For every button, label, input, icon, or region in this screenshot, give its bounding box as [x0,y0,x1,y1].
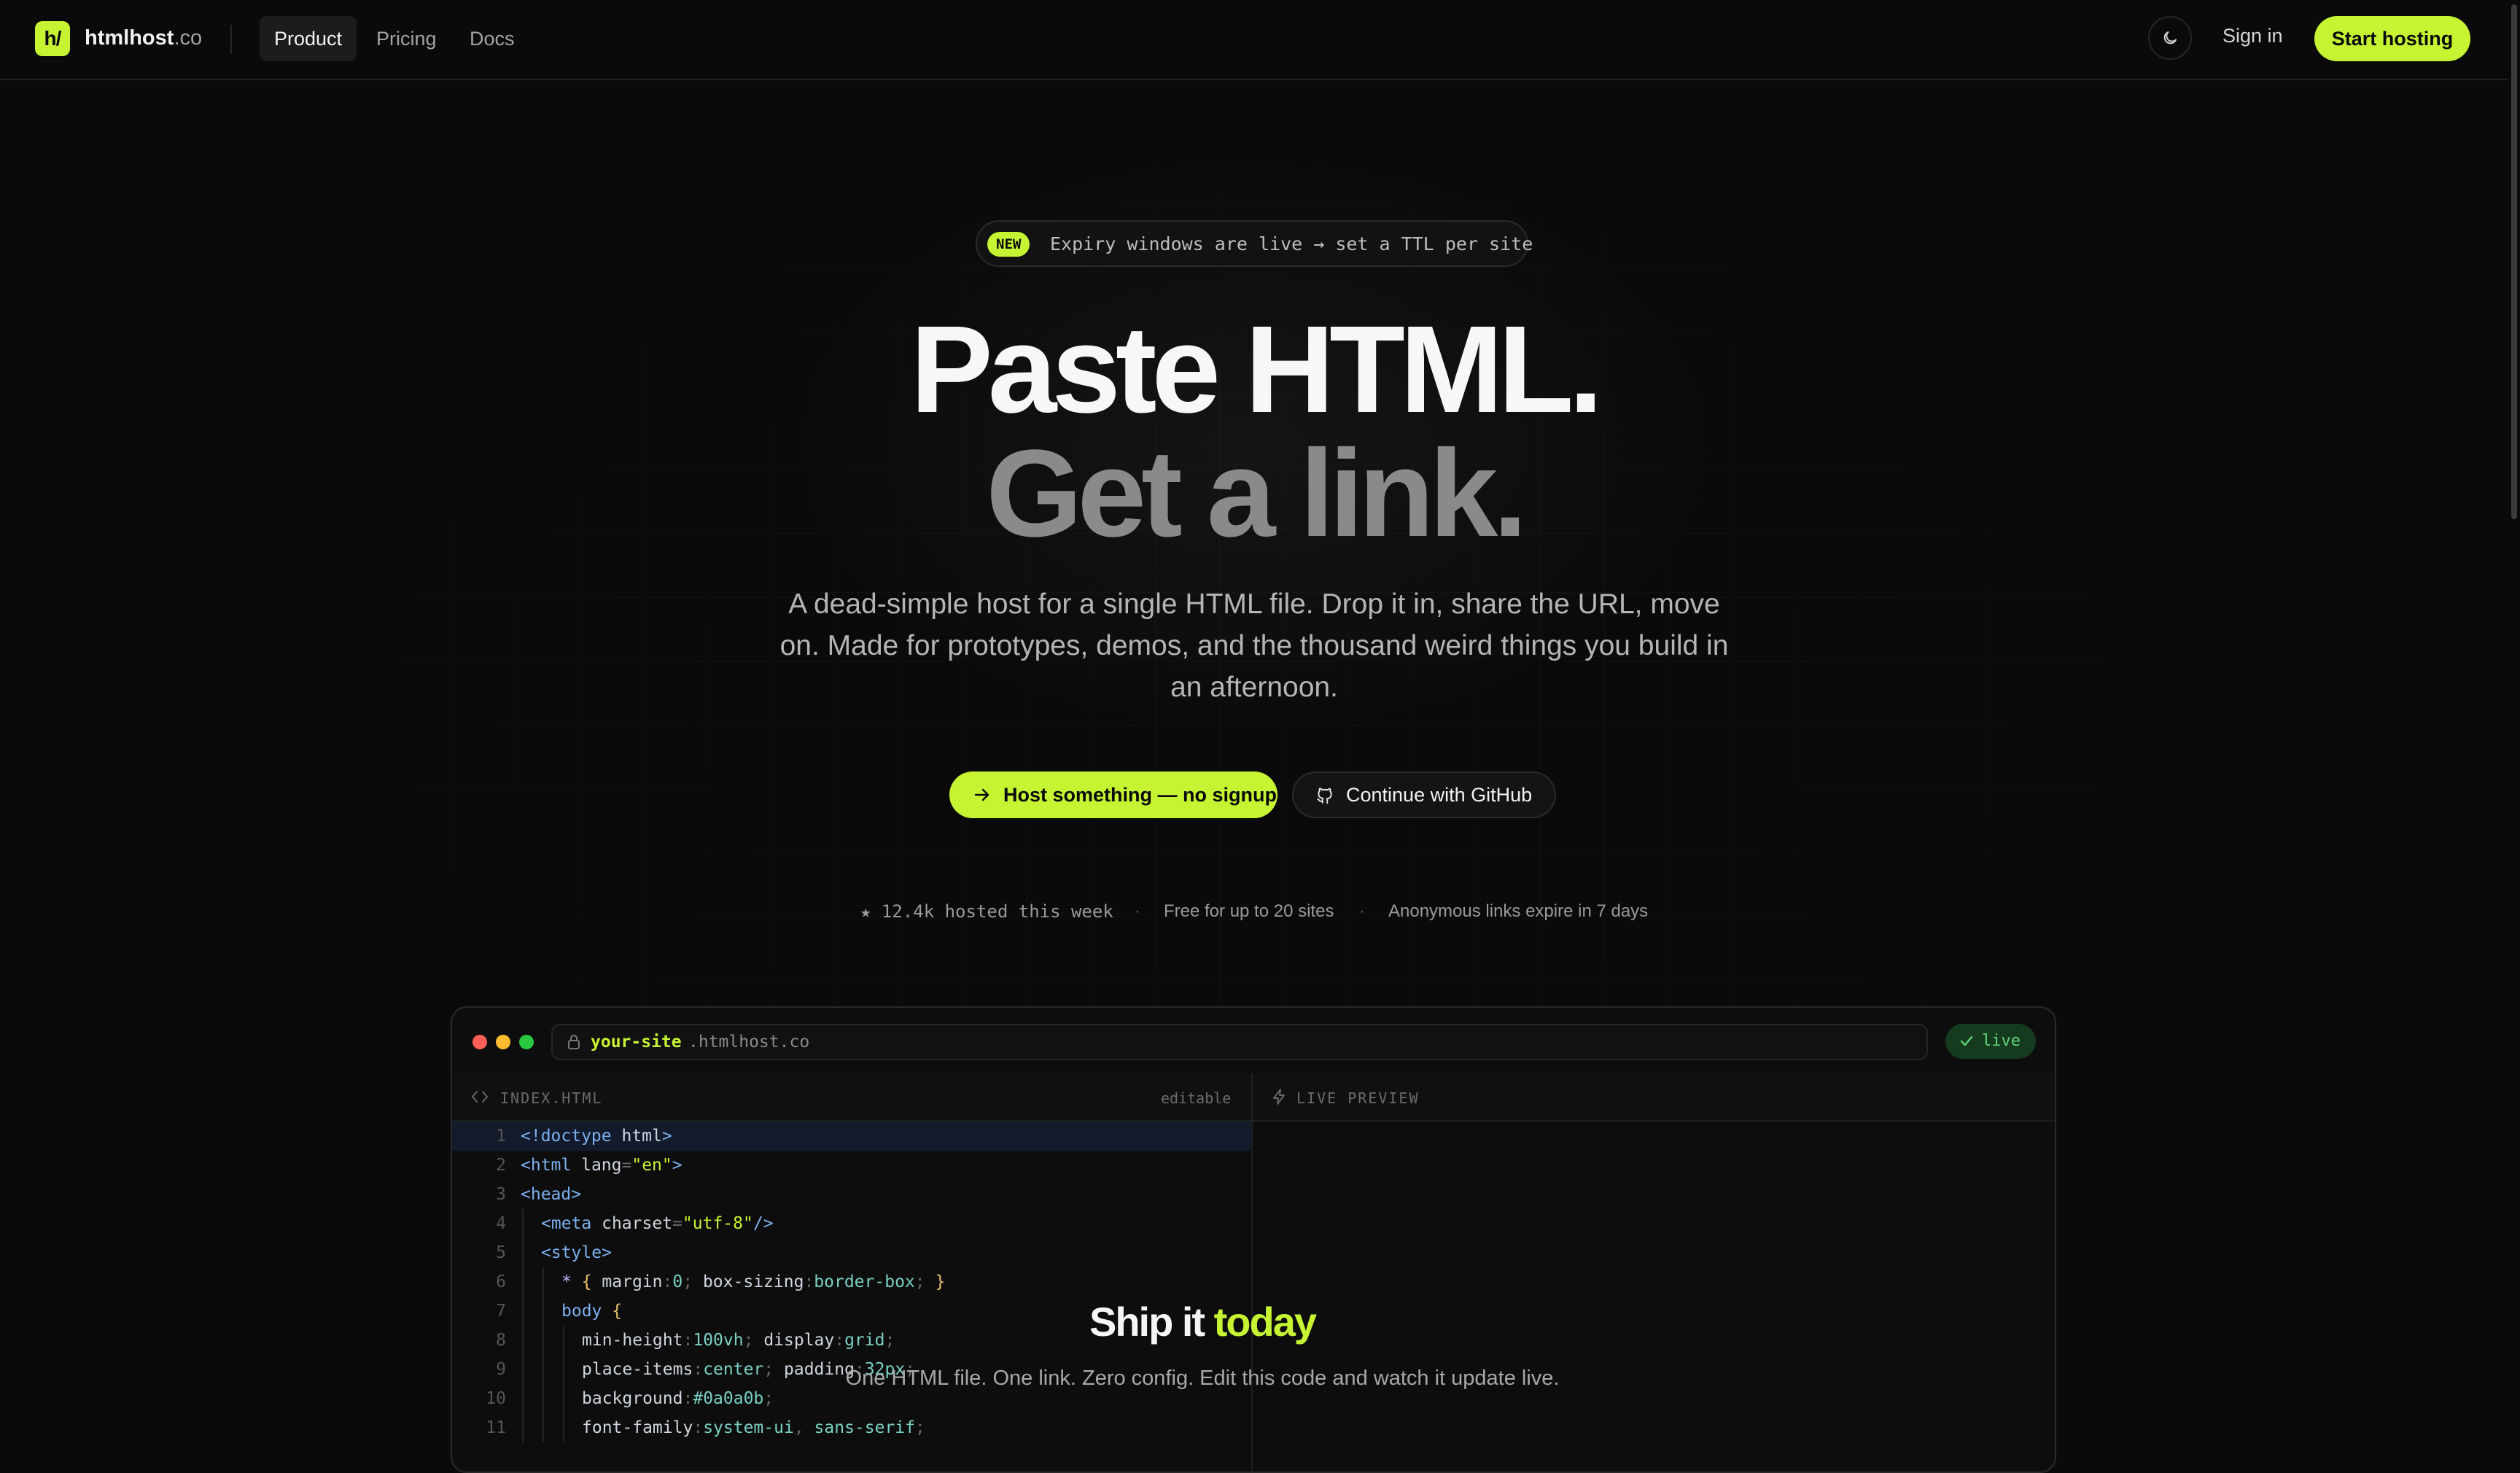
host-no-signup-label: Host something — no signup [1003,784,1277,806]
preview-heading-accent: today [1213,1299,1317,1345]
new-tag: NEW [987,232,1030,257]
arrow-right-icon [974,788,989,801]
stat-hosted: ★ 12.4k hosted this week [860,901,1113,922]
preview-heading-main: Ship it [1089,1299,1205,1345]
nav-pricing-link[interactable]: Pricing [362,16,451,61]
github-button[interactable]: Continue with GitHub [1292,772,1556,818]
badge-text: Expiry windows are live → set a TTL per … [1050,233,1533,254]
headline-line-1: Paste HTML. [910,300,1603,439]
moon-icon [2163,31,2177,44]
code-line: 2 <html lang="en"> [496,1156,682,1175]
code-line: 4 <meta charset="utf-8"/> [452,1209,1251,1238]
stat-separator: · [1135,901,1140,921]
window-titlebar: your-site .htmlhost.co live [452,1008,2055,1075]
lock-icon [568,1035,580,1049]
headline-line-2: Get a link. [986,424,1527,563]
host-no-signup-button[interactable]: Host something — no signup [949,772,1278,818]
code-pane-title: INDEX.HTML [500,1089,603,1107]
theme-toggle-button[interactable] [2148,16,2192,60]
stat-expiry: Anonymous links expire in 7 days [1388,901,1649,921]
stat-separator: · [1359,901,1365,921]
sign-in-link[interactable]: Sign in [2222,25,2283,47]
github-label: Continue with GitHub [1346,784,1533,806]
maximize-dot[interactable] [519,1035,534,1049]
code-pane-header: INDEX.HTML editable [452,1073,1251,1122]
logo-mark[interactable]: h/ [35,21,70,56]
announcement-badge[interactable]: NEW Expiry windows are live → set a TTL … [976,220,1533,267]
url-host: .htmlhost.co [688,1033,810,1052]
preview-pane-title: LIVE PREVIEW [1296,1089,1420,1107]
code-line: 1 <!doctype html> [452,1122,1251,1151]
check-icon [1960,1035,1973,1046]
start-hosting-button[interactable]: Start hosting [2314,16,2470,61]
stat-free-sites: Free for up to 20 sites [1164,901,1334,921]
url-subdomain: your-site [591,1033,682,1052]
url-bar[interactable]: your-site .htmlhost.co [551,1024,1928,1060]
nav-divider [230,25,232,54]
logo-tld: .co [174,26,203,50]
top-nav: h/ htmlhost.co Product Pricing Docs Sign… [0,0,2508,80]
preview-heading: Ship it today [801,1298,1604,1345]
preview-pane-header: LIVE PREVIEW [1253,1073,2055,1122]
live-status-label: live [1982,1032,2021,1050]
close-dot[interactable] [472,1035,487,1049]
minimize-dot[interactable] [496,1035,510,1049]
code-line: 5 <style> [452,1238,1251,1267]
code-line: 6 * { margin:0; box-sizing:border-box; } [452,1267,1251,1297]
code-line: 11 font-family:system-ui, sans-serif; [452,1413,1251,1442]
nav-docs-link[interactable]: Docs [455,16,529,61]
scrollbar-thumb[interactable] [2511,4,2517,519]
code-line: 3 <head> [496,1185,582,1204]
code-icon [472,1091,488,1103]
logo-name: htmlhost [85,26,174,50]
editor-window: your-site .htmlhost.co live INDEX.HTML e… [451,1006,2056,1473]
live-status-badge: live [1945,1024,2036,1059]
pane-divider [1251,1073,1253,1472]
hero-subtitle: A dead-simple host for a single HTML fil… [779,588,1729,703]
nav-product-link[interactable]: Product [260,16,357,61]
editable-label: editable [1161,1089,1232,1107]
lightning-icon [1273,1089,1285,1105]
github-icon [1317,788,1332,804]
logo-text[interactable]: htmlhost.co [85,26,202,50]
preview-text: One HTML file. One link. Zero config. Ed… [845,1367,1560,1390]
